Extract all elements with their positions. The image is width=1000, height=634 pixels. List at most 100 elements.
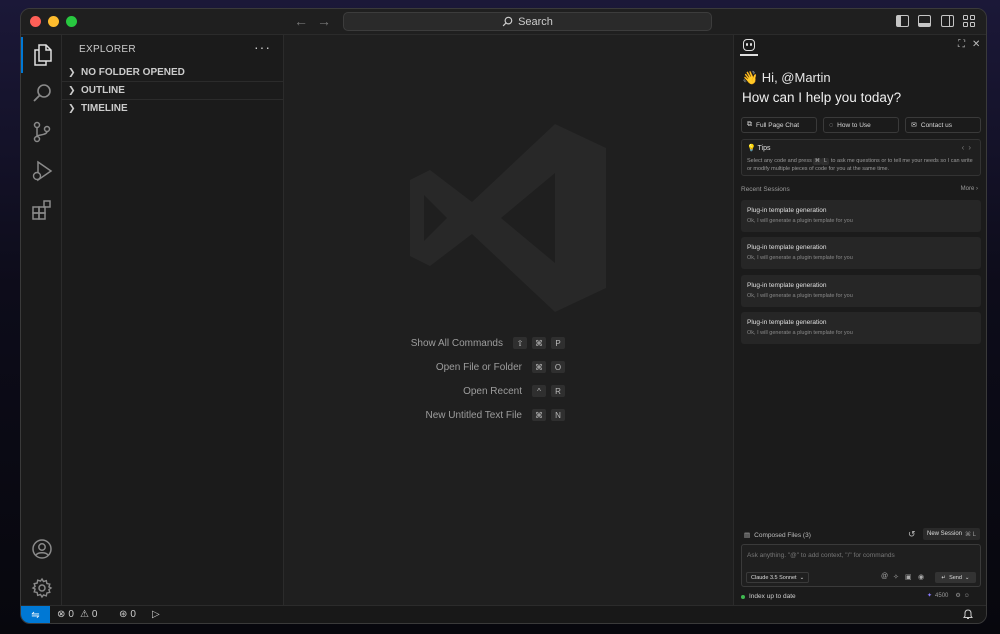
user-icon[interactable]: ☺ [964, 593, 970, 599]
session-item[interactable]: Plug-in template generation Ok, I will g… [741, 237, 981, 269]
back-arrow-icon[interactable]: ← [294, 13, 308, 29]
index-status-text: Index up to date [749, 593, 796, 600]
full-page-chat-button[interactable]: ⧉ Full Page Chat [741, 117, 817, 133]
chat-input[interactable] [747, 549, 975, 561]
command-label: Show All Commands [410, 337, 503, 349]
activity-search[interactable] [21, 75, 62, 111]
kbd-key: R [551, 385, 565, 397]
extensions-icon [31, 200, 51, 220]
activity-explorer[interactable] [21, 37, 62, 73]
send-icon: ↵ [941, 574, 947, 581]
magic-wand-icon[interactable]: ✧ [893, 573, 899, 581]
new-session-label: New Session [927, 531, 963, 537]
command-open-recent[interactable]: Open Recent ^ R [463, 385, 565, 397]
kbd-key: ⌘ [532, 409, 546, 421]
chat-input-box: Claude 3.5 Sonnet ⌄ @ ✧ ▣ ◉ ↵ Send ⌄ [741, 544, 981, 587]
session-title: Plug-in template generation [747, 282, 827, 289]
send-button[interactable]: ↵ Send ⌄ [935, 572, 976, 583]
how-to-use-button[interactable]: ◌ How to Use [823, 117, 899, 133]
button-label: How to Use [837, 121, 871, 129]
close-window-button[interactable] [30, 16, 41, 27]
credits-value: 4500 [935, 592, 949, 599]
warning-count: 0 [91, 609, 98, 620]
command-show-all[interactable]: Show All Commands ⇧ ⌘ P [411, 337, 565, 349]
remote-indicator-button[interactable]: ⇋ [21, 606, 50, 623]
explorer-sidebar: EXPLORER ··· ❯ NO FOLDER OPENED ❯ OUTLIN… [62, 35, 284, 605]
more-label: More [960, 186, 975, 192]
button-label: Full Page Chat [756, 121, 799, 129]
image-icon[interactable]: ▣ [905, 573, 912, 581]
session-subtitle: Ok, I will generate a plugin template fo… [747, 293, 853, 299]
chevron-right-icon: ❯ [68, 66, 76, 77]
new-session-button[interactable]: New Session ⌘ L [923, 528, 981, 540]
ports-indicator[interactable]: ⊛ 0 [119, 609, 136, 620]
sidebar-title: EXPLORER [79, 44, 136, 55]
session-item[interactable]: Plug-in template generation Ok, I will g… [741, 312, 981, 344]
command-open-file-folder[interactable]: Open File or Folder ⌘ O [436, 361, 565, 373]
section-outline[interactable]: ❯ OUTLINE [62, 81, 284, 99]
problems-indicator[interactable]: ⊗ 0 ⚠ 0 [57, 609, 97, 620]
microphone-icon[interactable]: ◉ [918, 573, 924, 581]
tips-card: 💡 Tips ‹› Select any code and press ⌘ L t… [741, 139, 981, 176]
customize-layout-icon[interactable] [963, 15, 976, 27]
command-center-search[interactable]: Search [343, 12, 712, 31]
session-item[interactable]: Plug-in template generation Ok, I will g… [741, 275, 981, 307]
debug-indicator[interactable]: ▷ [152, 609, 160, 620]
notifications-indicator[interactable] [963, 609, 973, 620]
section-no-folder-opened[interactable]: ❯ NO FOLDER OPENED [62, 63, 284, 81]
mail-icon: ✉ [911, 122, 917, 129]
composed-files-toggle[interactable]: ▤ Composed Files (3) [744, 531, 811, 540]
index-status: Index up to date [741, 593, 796, 600]
chevron-down-icon: ⌄ [964, 574, 970, 581]
toggle-secondary-sidebar-icon[interactable] [941, 15, 954, 27]
forward-arrow-icon[interactable]: → [317, 13, 331, 29]
activity-manage[interactable] [21, 570, 62, 606]
activity-bar [21, 35, 62, 605]
run-debug-icon [32, 160, 52, 182]
close-icon[interactable]: ✕ [972, 39, 980, 50]
session-subtitle: Ok, I will generate a plugin template fo… [747, 255, 853, 261]
kbd-key: P [551, 337, 565, 349]
settings-gear-icon [31, 577, 52, 599]
more-actions-icon[interactable]: ··· [254, 39, 271, 55]
settings-icon[interactable]: ⚙ [955, 592, 960, 599]
activity-extensions[interactable] [21, 192, 62, 228]
more-sessions-link[interactable]: More › [961, 186, 978, 192]
ai-chat-panel: ⛶ ✕ 👋 Hi, @Martin How can I help you tod… [733, 35, 986, 605]
composed-files-label: Composed Files (3) [754, 531, 811, 539]
ports-count: 0 [130, 609, 136, 620]
search-icon [502, 16, 513, 27]
tips-pager: ‹› [962, 143, 975, 152]
file-list-icon: ▤ [744, 532, 751, 539]
contact-us-button[interactable]: ✉ Contact us [905, 117, 981, 133]
remote-icon: ⇋ [31, 610, 40, 621]
command-label: New Untitled Text File [425, 409, 522, 421]
history-icon[interactable]: ↺ [908, 529, 916, 540]
credits-indicator[interactable]: ✦ 4500 ⚙ ☺ [927, 592, 970, 600]
kbd-key: L [821, 157, 830, 165]
model-selector[interactable]: Claude 3.5 Sonnet ⌄ [746, 572, 810, 583]
kbd-key: ⌘ [532, 337, 546, 349]
minimize-window-button[interactable] [48, 16, 59, 27]
kbd-key: O [551, 361, 565, 373]
account-icon [31, 539, 52, 559]
expand-icon[interactable]: ⛶ [958, 39, 965, 50]
session-item[interactable]: Plug-in template generation Ok, I will g… [741, 200, 981, 232]
maximize-window-button[interactable] [66, 16, 77, 27]
bell-icon [963, 609, 973, 619]
toggle-panel-icon[interactable] [918, 15, 931, 27]
assistant-logo-icon[interactable] [743, 39, 755, 51]
toggle-sidebar-icon[interactable] [896, 15, 909, 27]
broadcast-icon: ⊛ [119, 609, 128, 620]
kbd-key: N [551, 409, 565, 421]
command-new-untitled-file[interactable]: New Untitled Text File ⌘ N [425, 409, 565, 421]
recent-sessions-label: Recent Sessions [741, 186, 790, 193]
session-title: Plug-in template generation [747, 244, 827, 251]
kbd-key: ^ [532, 385, 546, 397]
chevron-right-icon[interactable]: › [968, 143, 975, 152]
activity-source-control[interactable] [21, 114, 62, 150]
activity-accounts[interactable] [21, 531, 62, 567]
section-timeline[interactable]: ❯ TIMELINE [62, 99, 284, 117]
activity-run-debug[interactable] [21, 153, 62, 189]
mention-icon[interactable]: @ [881, 573, 888, 580]
